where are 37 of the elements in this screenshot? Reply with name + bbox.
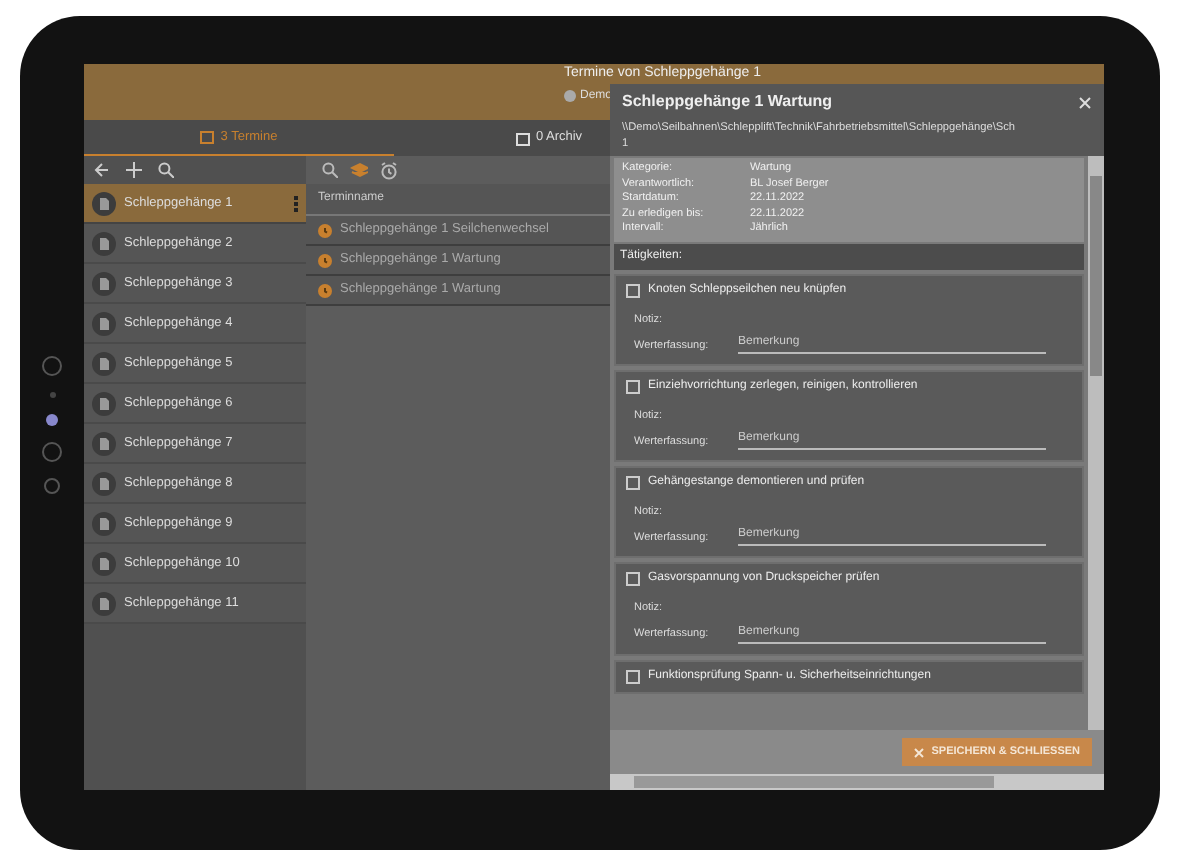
document-icon — [92, 271, 116, 295]
horizontal-scrollbar[interactable] — [610, 774, 1104, 790]
checkbox[interactable] — [626, 476, 640, 490]
document-icon — [92, 511, 116, 535]
document-icon — [92, 311, 116, 335]
scrollbar-thumb[interactable] — [634, 776, 994, 788]
search-icon[interactable] — [158, 162, 174, 178]
alarm-clock-icon — [318, 283, 332, 297]
document-icon — [92, 431, 116, 455]
dialog-title: Schleppgehänge 1 Wartung — [622, 90, 833, 114]
side-ring-icon — [42, 356, 62, 376]
calendar-icon — [515, 131, 530, 145]
document-icon — [92, 351, 116, 375]
alarm-clock-icon — [318, 223, 332, 237]
sensor-icon — [49, 392, 55, 398]
checkbox[interactable] — [626, 283, 640, 297]
plus-icon[interactable] — [126, 162, 142, 178]
alarm-clock-icon — [318, 253, 332, 267]
camera-icon — [46, 414, 58, 426]
scrollbar-thumb[interactable] — [1090, 176, 1102, 376]
user-icon — [564, 90, 576, 102]
document-icon — [92, 191, 116, 215]
back-arrow-icon[interactable] — [94, 162, 110, 178]
document-icon — [92, 471, 116, 495]
document-icon — [92, 591, 116, 615]
search-icon[interactable] — [322, 162, 338, 178]
checkbox[interactable] — [626, 572, 640, 587]
document-icon — [92, 551, 116, 575]
document-icon — [92, 231, 116, 255]
vertical-scrollbar[interactable] — [1088, 156, 1104, 730]
document-icon — [92, 391, 116, 415]
close-icon — [913, 747, 924, 757]
alarm-clock-icon[interactable] — [380, 161, 398, 179]
checkbox[interactable] — [626, 379, 640, 394]
close-icon[interactable] — [1078, 95, 1092, 109]
checkbox[interactable] — [626, 669, 640, 683]
calendar-icon — [200, 130, 215, 144]
